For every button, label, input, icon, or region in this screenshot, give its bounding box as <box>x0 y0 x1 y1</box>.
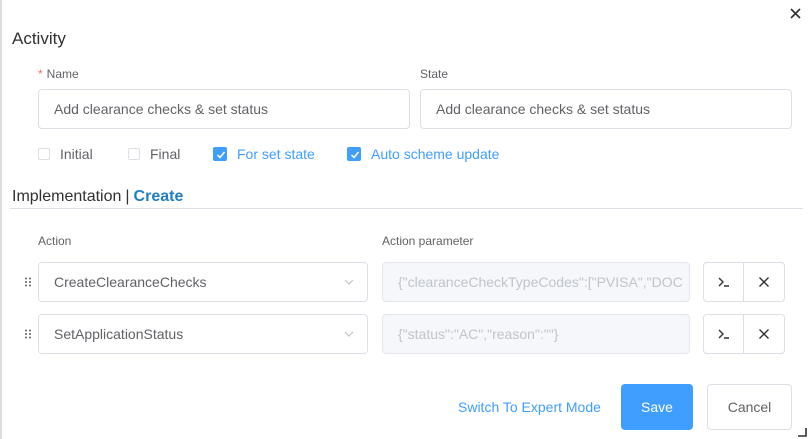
name-label: Name <box>46 67 79 81</box>
separator: | <box>125 188 130 205</box>
dialog-title: Activity <box>12 29 66 48</box>
implementation-header: Implementation | Create <box>12 188 183 206</box>
script-button[interactable] <box>703 314 744 354</box>
for-set-state-checkbox[interactable]: For set state <box>213 144 315 164</box>
cancel-button[interactable]: Cancel <box>707 384 792 430</box>
auto-scheme-update-label: Auto scheme update <box>371 146 500 162</box>
section-divider <box>10 208 803 209</box>
close-icon <box>759 329 769 339</box>
action-column-header: Action <box>38 234 72 248</box>
action-parameter-column-header: Action parameter <box>382 234 474 248</box>
auto-scheme-update-checkbox[interactable]: Auto scheme update <box>347 144 499 164</box>
chevron-down-icon <box>344 331 354 337</box>
name-input[interactable] <box>38 89 410 129</box>
create-link[interactable]: Create <box>134 188 184 205</box>
remove-row-button[interactable] <box>744 314 785 354</box>
script-button[interactable] <box>703 262 744 302</box>
action-select-value: SetApplicationStatus <box>54 326 184 342</box>
window-edge <box>0 0 2 439</box>
required-marker: * <box>38 67 43 81</box>
row-actions <box>703 314 785 354</box>
state-label: State <box>420 67 449 81</box>
chevron-down-icon <box>344 279 354 285</box>
for-set-state-label: For set state <box>237 146 315 162</box>
action-select-value: CreateClearanceChecks <box>54 274 207 290</box>
close-icon <box>759 277 769 287</box>
initial-checkbox-label: Initial <box>60 146 93 162</box>
implementation-title: Implementation <box>12 188 122 205</box>
checkbox-box <box>128 148 140 160</box>
checkbox-box <box>347 147 361 161</box>
terminal-icon <box>718 277 729 287</box>
close-icon <box>790 8 801 19</box>
save-button[interactable]: Save <box>621 384 693 430</box>
resize-handle-icon[interactable] <box>795 425 807 437</box>
check-icon <box>216 151 226 159</box>
final-checkbox-label: Final <box>150 146 181 162</box>
action-parameter-field[interactable]: {"status":"AC","reason":""} <box>382 314 690 354</box>
close-button[interactable] <box>786 4 806 24</box>
activity-dialog: Activity *Name State Initial Final For s… <box>0 0 809 439</box>
checkbox-box <box>213 147 227 161</box>
action-select[interactable]: CreateClearanceChecks <box>38 262 368 302</box>
row-actions <box>703 262 785 302</box>
remove-row-button[interactable] <box>744 262 785 302</box>
action-parameter-field[interactable]: {"clearanceCheckTypeCodes":["PVISA","DOC <box>382 262 690 302</box>
initial-checkbox[interactable]: Initial <box>38 144 93 164</box>
state-input[interactable] <box>420 89 792 129</box>
switch-to-expert-mode-link[interactable]: Switch To Expert Mode <box>458 399 601 415</box>
action-select[interactable]: SetApplicationStatus <box>38 314 368 354</box>
checkbox-box <box>38 148 50 160</box>
final-checkbox[interactable]: Final <box>128 144 180 164</box>
drag-handle-icon[interactable] <box>24 277 32 287</box>
terminal-icon <box>718 329 729 339</box>
name-label-wrap: * Name <box>38 67 79 81</box>
check-icon <box>350 151 360 159</box>
drag-handle-icon[interactable] <box>24 329 32 339</box>
